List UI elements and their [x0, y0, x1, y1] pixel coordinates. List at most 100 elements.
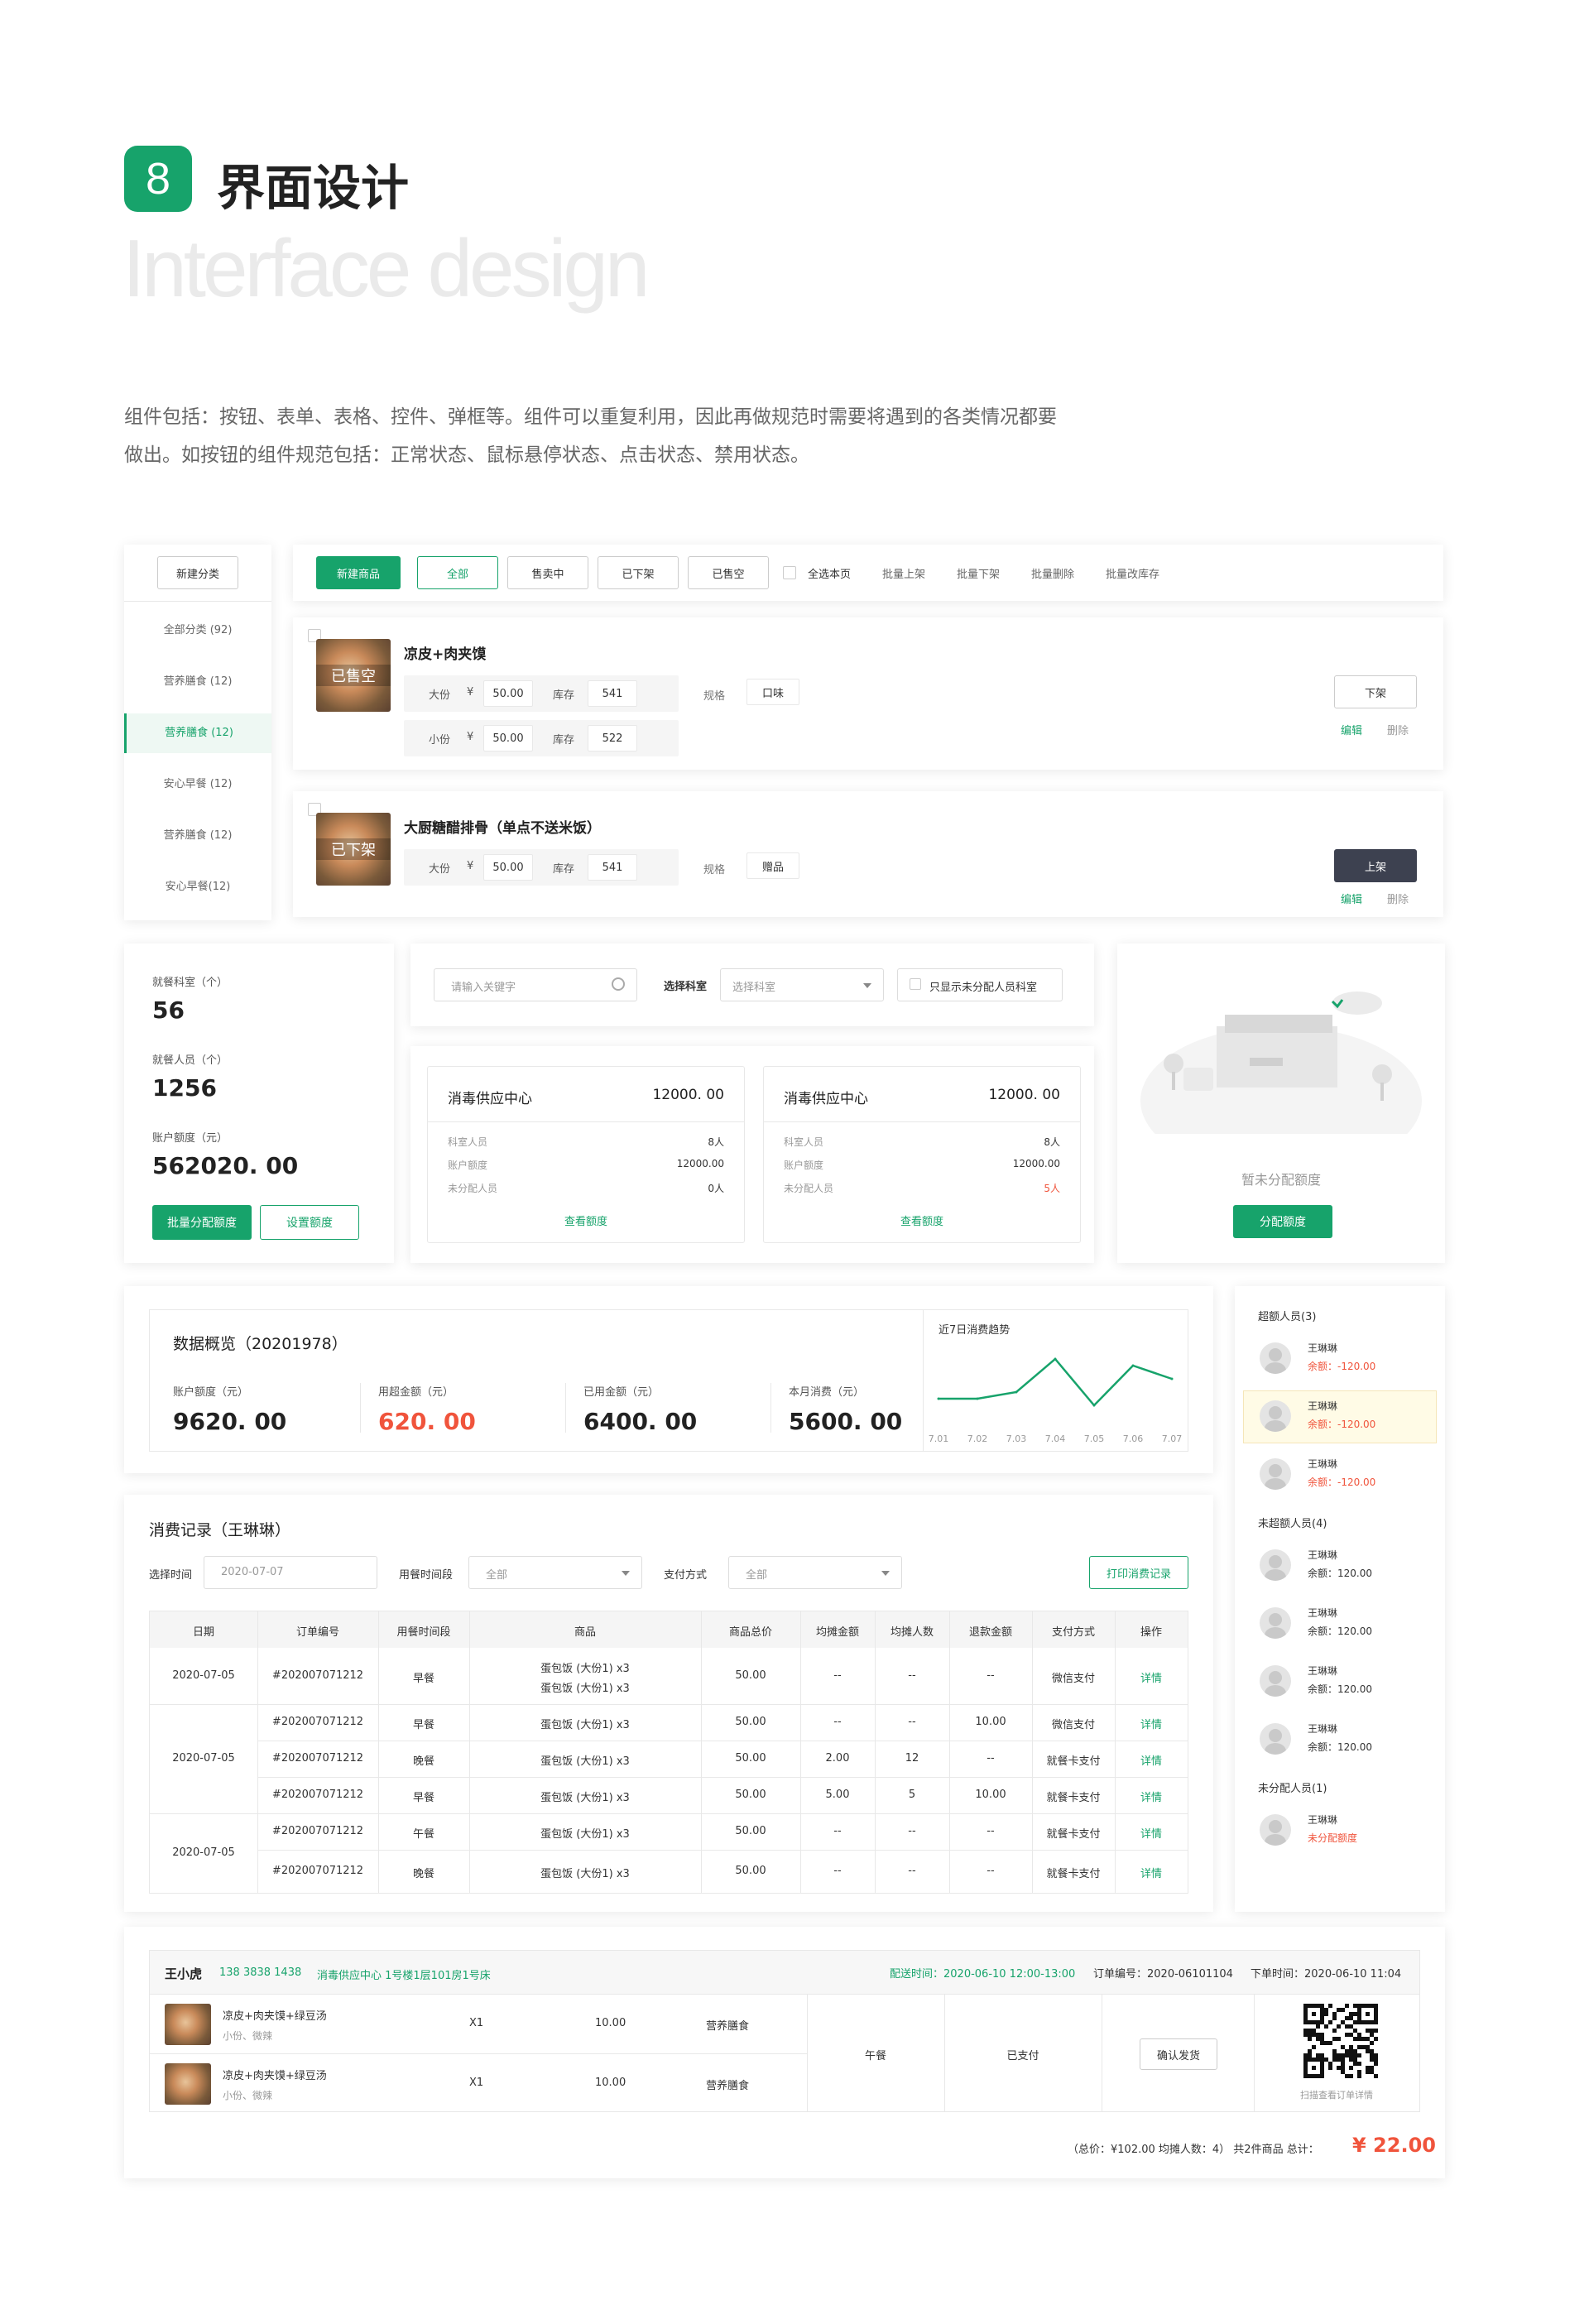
filter-tab[interactable]: 全部	[417, 556, 498, 589]
print-records-button[interactable]: 打印消费记录	[1089, 1556, 1188, 1589]
description-line-1: 组件包括：按钮、表单、表格、控件、弹框等。组件可以重复利用，因此再做规范时需要将…	[124, 406, 1057, 428]
table-cell: #202007071212	[271, 1752, 364, 1765]
trend-point	[1054, 1357, 1057, 1361]
detail-link[interactable]: 详情	[1115, 1789, 1188, 1804]
table-cell: 12	[905, 1752, 919, 1765]
filter-tab[interactable]: 已售空	[688, 556, 769, 589]
table-cell: --	[987, 1865, 995, 1877]
qr-caption: 扫描查看订单详情	[1300, 2090, 1373, 2101]
stat-value: 56	[152, 996, 185, 1024]
dept-select[interactable]: 选择科室	[720, 968, 884, 1001]
detail-link[interactable]: 详情	[1115, 1752, 1188, 1768]
view-quota-link[interactable]: 查看额度	[428, 1212, 744, 1228]
new-product-button[interactable]: 新建商品	[316, 556, 401, 589]
table-cell: 50.00	[735, 1865, 766, 1877]
batch-action-link[interactable]: 批量改库存	[1106, 565, 1159, 581]
meal-period: 午餐	[864, 2050, 886, 2062]
supply-row-label: 未分配人员	[784, 1183, 834, 1194]
price-input[interactable]: 50.00	[483, 725, 533, 751]
sidebar-item[interactable]: 安心早餐(12)	[124, 867, 271, 907]
price-input[interactable]: 50.00	[483, 680, 533, 707]
overview-value: 9620. 00	[173, 1408, 287, 1435]
view-quota-link[interactable]: 查看额度	[764, 1212, 1080, 1228]
list-product-button[interactable]: 上架	[1334, 849, 1417, 882]
product-name: 凉皮+肉夹馍	[404, 646, 487, 663]
only-unassigned-checkbox[interactable]	[910, 978, 921, 990]
table-cell: --	[833, 1825, 842, 1837]
spec-label: 规格	[703, 864, 726, 876]
edit-link[interactable]: 编辑	[1341, 722, 1362, 737]
batch-assign-button[interactable]: 批量分配额度	[152, 1205, 252, 1240]
filter-tab[interactable]: 已下架	[598, 556, 679, 589]
stock-input[interactable]: 541	[588, 680, 637, 707]
batch-action-link[interactable]: 批量删除	[1031, 565, 1074, 581]
sidebar-item[interactable]: 营养膳食 (12)	[124, 662, 271, 702]
supply-card: 消毒供应中心 12000. 00 科室人员 8人 账户额度 12000.00 未分配人员 0人…	[427, 1066, 745, 1243]
filter-tab[interactable]: 售卖中	[507, 556, 588, 589]
column-header: 订单编号	[295, 1626, 339, 1639]
set-quota-button[interactable]: 设置额度	[260, 1205, 359, 1240]
records-table: 日期 订单编号 用餐时间段 商品 商品总价 均摊金额 均摊人数 退款金额 支付方式 操作 #2020…	[149, 1611, 1188, 1894]
sidebar-item[interactable]: 安心早餐 (12)	[124, 765, 271, 804]
confirm-ship-button[interactable]: 确认发货	[1140, 2038, 1217, 2070]
sidebar-item[interactable]: 全部分类 (92)	[124, 611, 271, 651]
empty-illustration	[1140, 992, 1422, 1134]
table-cell: --	[987, 1752, 995, 1765]
new-category-button[interactable]: 新建分类	[157, 556, 238, 589]
select-page-checkbox[interactable]	[783, 566, 796, 579]
person-name: 王琳琳	[1308, 1458, 1338, 1470]
period-select[interactable]: 全部	[468, 1556, 642, 1589]
order-summary: （总价：¥102.00 均摊人数：4） 共2件商品 总计：	[1068, 2144, 1319, 2156]
dept-select-placeholder: 选择科室	[732, 982, 776, 994]
detail-link[interactable]: 详情	[1115, 1716, 1188, 1731]
delist-product-button[interactable]: 下架	[1334, 675, 1417, 708]
delete-link[interactable]: 删除	[1387, 722, 1409, 737]
order-number: 订单编号：2020-06101104	[1093, 1968, 1233, 1981]
stock-input[interactable]: 541	[588, 854, 637, 881]
spec-tag: 赠品	[746, 852, 799, 879]
currency-symbol: ¥	[467, 686, 474, 699]
people-section-title: 未分配人员(1)	[1258, 1783, 1327, 1795]
overview-value: 6400. 00	[583, 1408, 698, 1435]
table-cell: 早餐	[412, 1719, 434, 1731]
search-icon[interactable]	[612, 977, 625, 991]
detail-link[interactable]: 详情	[1115, 1825, 1188, 1841]
batch-action-link[interactable]: 批量下架	[957, 565, 1000, 581]
table-cell: #202007071212	[271, 1669, 364, 1682]
batch-action-link[interactable]: 批量上架	[882, 565, 925, 581]
avatar	[1260, 1400, 1291, 1432]
sidebar-item[interactable]: 营养膳食 (12)	[124, 713, 271, 753]
period-label: 用餐时间段	[399, 1569, 454, 1582]
date-input[interactable]: 2020-07-07	[204, 1556, 377, 1589]
price-row: 小份 ¥50.00 库存 522	[404, 720, 679, 756]
price-input[interactable]: 50.00	[483, 854, 533, 881]
only-unassigned-label: 只显示未分配人员科室	[929, 982, 1038, 994]
only-unassigned-filter[interactable]: 只显示未分配人员科室	[897, 968, 1063, 1001]
detail-link[interactable]: 详情	[1115, 1865, 1188, 1880]
supply-title: 消毒供应中心	[784, 1091, 868, 1107]
overview-label: 本月消费（元）	[789, 1386, 865, 1399]
stock-input[interactable]: 522	[588, 725, 637, 751]
pay-select[interactable]: 全部	[728, 1556, 902, 1589]
sidebar-item[interactable]: 营养膳食 (12)	[124, 816, 271, 856]
date-cell: 2020-07-05	[172, 1669, 235, 1682]
date-cell: 2020-07-05	[172, 1752, 235, 1765]
supply-row-value: 12000.00	[676, 1158, 724, 1169]
edit-link[interactable]: 编辑	[1341, 891, 1362, 906]
item-category: 营养膳食	[706, 2080, 750, 2092]
product-name: 大厨糖醋排骨（单点不送米饭）	[404, 820, 601, 837]
goods-item: 蛋包饭 (大份1) x3	[540, 1828, 630, 1841]
trend-point	[976, 1397, 979, 1400]
table-cell: --	[908, 1825, 916, 1837]
x-tick-label: 7.04	[1045, 1433, 1066, 1444]
item-name: 凉皮+肉夹馍+绿豆汤	[223, 2070, 327, 2082]
keyword-search[interactable]: 请输入关键字	[434, 968, 637, 1001]
detail-link[interactable]: 详情	[1115, 1669, 1188, 1685]
product-status-label: 已售空	[316, 665, 391, 686]
search-input[interactable]: 请输入关键字	[451, 978, 516, 994]
assign-quota-button[interactable]: 分配额度	[1233, 1205, 1332, 1238]
product-toolbar: 新建商品 全部 售卖中 已下架 已售空 全选本页 批量上架 批量下架 批量删除 批量改库存	[293, 545, 1443, 601]
chevron-down-icon	[881, 1571, 890, 1576]
trend-point	[937, 1397, 940, 1400]
delete-link[interactable]: 删除	[1387, 891, 1409, 906]
